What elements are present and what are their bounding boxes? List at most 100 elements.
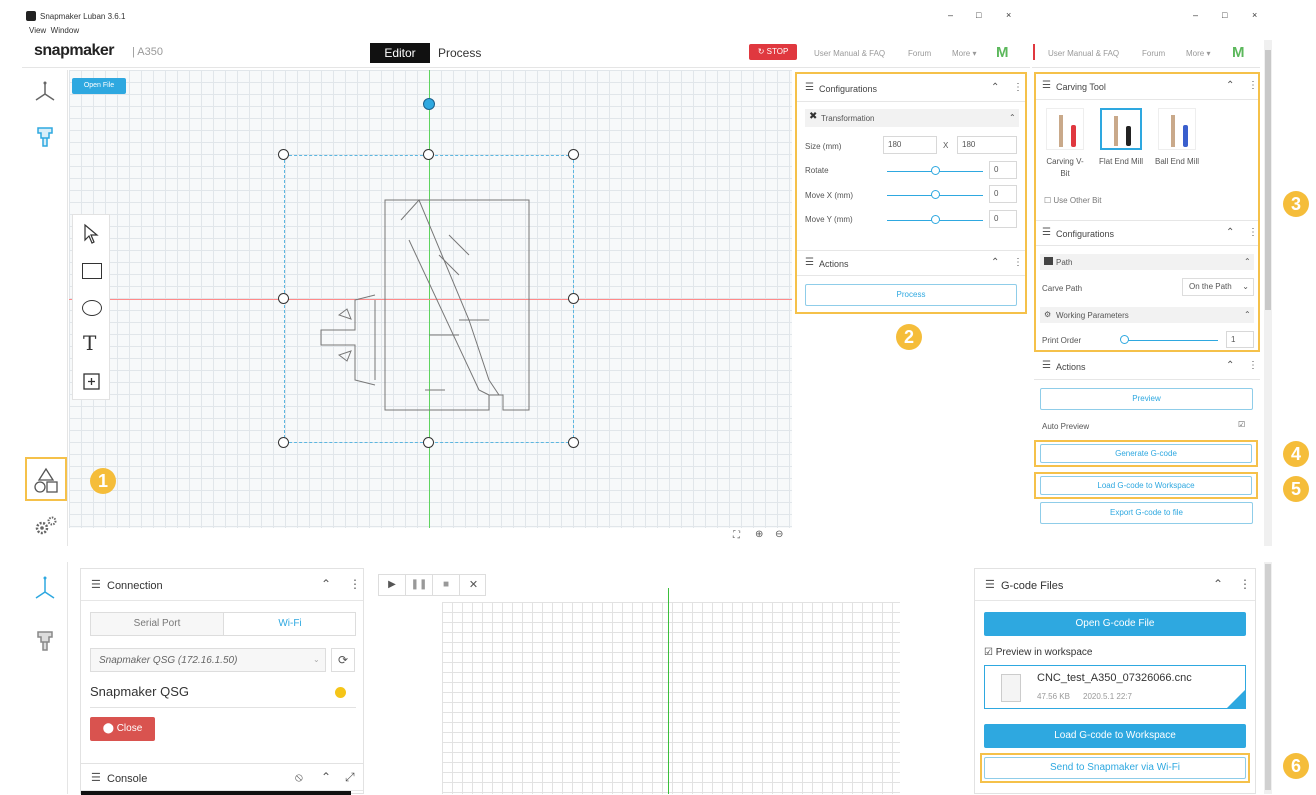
collapse-icon-8[interactable]: ⌃	[1213, 577, 1223, 591]
cnc-tool-icon[interactable]	[32, 124, 58, 150]
load-gcode-button[interactable]: Load G-code to Workspace	[1040, 476, 1252, 495]
resize-handle-bl[interactable]	[278, 437, 289, 448]
tab-editor[interactable]: Editor	[370, 43, 430, 63]
collapse-icon-4[interactable]: ⌃	[1226, 227, 1234, 238]
preview-button[interactable]: Preview	[1040, 388, 1253, 410]
expand-icon[interactable]: ⤢	[345, 770, 355, 785]
workspace-icon[interactable]	[32, 80, 58, 106]
link-more[interactable]: More ▾	[952, 49, 976, 58]
movey-input[interactable]: 0	[989, 210, 1017, 228]
workspace-grid[interactable]	[442, 588, 900, 794]
close-connection-button[interactable]: ⬤ Close	[90, 717, 155, 741]
collapse-icon-3[interactable]: ⌃	[1226, 80, 1234, 91]
size-width-input[interactable]: 180	[883, 136, 937, 154]
pause-icon[interactable]: ❚❚	[406, 575, 433, 595]
close-window-button-2[interactable]: ×	[1252, 10, 1257, 20]
fit-screen-icon[interactable]: ⛶	[733, 530, 740, 541]
menu-window[interactable]: Window	[51, 26, 79, 35]
tool-flat-end-mill[interactable]: Flat End Mill	[1098, 108, 1144, 182]
load-gcode-workspace-button[interactable]: Load G-code to Workspace	[984, 724, 1246, 748]
use-other-bit[interactable]: ☐ Use Other Bit	[1044, 196, 1101, 205]
shapes-library-button[interactable]	[25, 457, 67, 501]
editor-canvas[interactable]: Open File ⛶ ⊕ ⊖	[69, 70, 792, 541]
resize-handle-mr[interactable]	[568, 293, 579, 304]
tab-serial-port[interactable]: Serial Port	[91, 613, 224, 635]
play-icon[interactable]: ▶	[379, 575, 406, 595]
carve-path-select[interactable]: On the Path ⌄	[1182, 278, 1254, 296]
collapse-icon-6[interactable]: ⌃	[321, 577, 331, 591]
right-scrollbar[interactable]	[1264, 40, 1272, 546]
bottom-scrollbar-thumb[interactable]	[1265, 564, 1271, 790]
bottom-workspace-icon[interactable]	[32, 574, 58, 609]
export-gcode-button[interactable]: Export G-code to file	[1040, 502, 1253, 524]
more-icon-3[interactable]: ⋮	[1248, 80, 1258, 91]
movey-slider-knob[interactable]	[931, 215, 940, 224]
rotate-input[interactable]: 0	[989, 161, 1017, 179]
bottom-scrollbar[interactable]	[1264, 562, 1272, 794]
generate-gcode-button[interactable]: Generate G-code	[1040, 444, 1252, 463]
resize-handle-br[interactable]	[568, 437, 579, 448]
process-button[interactable]: Process	[805, 284, 1017, 306]
stop-button[interactable]: ↻ STOP	[749, 44, 797, 60]
rectangle-tool-icon[interactable]	[82, 263, 102, 279]
movex-input[interactable]: 0	[989, 185, 1017, 203]
working-params-section[interactable]: ⚙ Working Parameters ⌃	[1040, 307, 1254, 323]
tab-wifi[interactable]: Wi-Fi	[225, 613, 355, 635]
close-x-icon[interactable]: ✕	[460, 575, 487, 595]
collapse-icon-2[interactable]: ⌃	[991, 257, 999, 268]
send-wifi-button[interactable]: Send to Snapmaker via Wi-Fi	[984, 757, 1246, 779]
more-icon-6[interactable]: ⋮	[349, 577, 361, 591]
open-file-button[interactable]: Open File	[72, 78, 126, 94]
minimize-button[interactable]: –	[948, 10, 953, 20]
zoom-minus-icon[interactable]: ⊖	[775, 529, 783, 540]
gcode-file-item[interactable]: CNC_test_A350_07326066.cnc 47.56 KB 2020…	[984, 665, 1246, 709]
collapse-icon[interactable]: ⌃	[991, 82, 999, 93]
bottom-cnc-icon[interactable]	[32, 628, 58, 661]
use-other-checkbox[interactable]: ☐	[1044, 196, 1053, 205]
refresh-button[interactable]: ⟳	[331, 648, 355, 672]
more-icon-2[interactable]: ⋮	[1013, 257, 1023, 268]
link-manual-2[interactable]: User Manual & FAQ	[1048, 49, 1119, 58]
settings-gears-icon[interactable]	[32, 514, 58, 540]
more-icon-5[interactable]: ⋮	[1248, 360, 1258, 371]
ellipse-tool-icon[interactable]	[82, 300, 102, 316]
print-order-knob[interactable]	[1120, 335, 1129, 344]
more-icon-4[interactable]: ⋮	[1248, 227, 1258, 238]
link-manual[interactable]: User Manual & FAQ	[814, 49, 885, 58]
transformation-section[interactable]: ✖ Transformation ⌃	[805, 109, 1019, 127]
collapse-icon-5[interactable]: ⌃	[1226, 360, 1234, 371]
path-section[interactable]: Path ⌃	[1040, 254, 1254, 270]
rotate-slider-knob[interactable]	[931, 166, 940, 175]
minimize-button-2[interactable]: –	[1193, 10, 1198, 20]
close-window-button[interactable]: ×	[1006, 10, 1011, 20]
open-gcode-button[interactable]: Open G-code File	[984, 612, 1246, 636]
preview-checkbox[interactable]: ☑	[984, 647, 996, 658]
tab-process[interactable]: Process	[438, 46, 481, 60]
resize-handle-tl[interactable]	[278, 149, 289, 160]
zoom-plus-icon[interactable]: ⊕	[755, 529, 763, 540]
auto-preview-checkbox[interactable]: ☑	[1238, 420, 1245, 429]
link-forum[interactable]: Forum	[908, 49, 931, 58]
device-select[interactable]: Snapmaker QSG (172.16.1.50) ⌄	[90, 648, 326, 672]
collapse-icon-7[interactable]: ⌃	[321, 770, 331, 784]
resize-handle-tm[interactable]	[423, 149, 434, 160]
text-tool-icon[interactable]: T	[83, 331, 96, 355]
resize-handle-tr[interactable]	[568, 149, 579, 160]
preview-workspace-row[interactable]: ☑ Preview in workspace	[984, 647, 1092, 658]
stop-icon-square[interactable]: ■	[433, 575, 460, 595]
movex-slider-knob[interactable]	[931, 190, 940, 199]
print-order-input[interactable]: 1	[1226, 331, 1254, 348]
print-order-slider[interactable]	[1122, 340, 1218, 341]
link-more-2[interactable]: More ▾	[1186, 49, 1210, 58]
rotate-handle[interactable]	[423, 98, 435, 110]
chevron-up-icon[interactable]: ⌃	[1009, 113, 1016, 122]
more-icon[interactable]: ⋮	[1013, 82, 1023, 93]
tool-ball-end-mill[interactable]: Ball End Mill	[1154, 108, 1200, 182]
size-height-input[interactable]: 180	[957, 136, 1017, 154]
path-chevron-icon[interactable]: ⌃	[1244, 257, 1251, 266]
right-scrollbar-thumb[interactable]	[1265, 50, 1271, 310]
link-forum-2[interactable]: Forum	[1142, 49, 1165, 58]
maximize-button[interactable]: □	[976, 10, 981, 20]
block-icon[interactable]: ⦸	[295, 770, 303, 785]
frame-tool-icon[interactable]	[81, 371, 103, 398]
